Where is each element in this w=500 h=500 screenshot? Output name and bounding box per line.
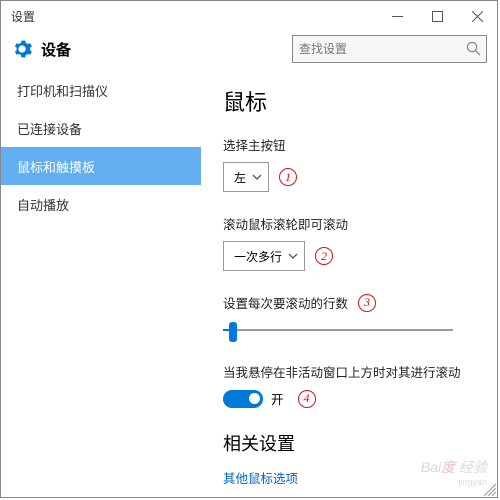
scroll-mode-label: 滚动鼠标滚轮即可滚动 [223, 214, 479, 233]
watermark: Bai度 经验 jingyan [421, 457, 487, 487]
annotation-badge-1: 1 [279, 168, 297, 186]
sidebar-item-printers[interactable]: 打印机和扫描仪 [1, 71, 201, 109]
watermark-text: Bai [421, 459, 441, 475]
watermark-accent: 度 [441, 459, 455, 475]
scroll-mode-dropdown[interactable]: 一次多行 [223, 241, 305, 271]
sidebar-item-connected[interactable]: 已连接设备 [1, 109, 201, 147]
toggle-thumb [249, 393, 260, 404]
main-panel: 鼠标 选择主按钮 左 1 滚动鼠标滚轮即可滚动 一次多行 2 [201, 71, 497, 495]
sidebar-item-label: 鼠标和触摸板 [17, 157, 95, 176]
gear-icon [11, 38, 33, 60]
slider-thumb[interactable] [229, 322, 237, 342]
sidebar: 打印机和扫描仪 已连接设备 鼠标和触摸板 自动播放 [1, 71, 201, 495]
inactive-scroll-toggle[interactable] [223, 390, 263, 408]
minimize-icon [392, 11, 403, 22]
sidebar-item-mouse[interactable]: 鼠标和触摸板 [1, 147, 201, 185]
dropdown-value: 一次多行 [234, 248, 282, 265]
other-mouse-options-link[interactable]: 其他鼠标选项 [223, 472, 298, 486]
annotation-badge-2: 2 [315, 247, 333, 265]
search-input[interactable] [292, 35, 487, 63]
lines-per-scroll-slider[interactable] [223, 320, 453, 340]
search-icon [466, 41, 481, 56]
minimize-button[interactable] [377, 1, 417, 31]
annotation-badge-4: 4 [298, 390, 316, 408]
close-button[interactable] [457, 1, 497, 31]
toggle-state: 开 [271, 389, 284, 408]
slider-track [223, 329, 453, 331]
primary-button-label: 选择主按钮 [223, 135, 479, 154]
sidebar-item-label: 打印机和扫描仪 [17, 81, 108, 100]
chevron-down-icon [252, 172, 262, 182]
sidebar-item-label: 自动播放 [17, 195, 69, 214]
maximize-button[interactable] [417, 1, 457, 31]
inactive-scroll-label: 当我悬停在非活动窗口上方时对其进行滚动 [223, 362, 479, 381]
header: 设备 [1, 31, 497, 71]
window-title: 设置 [11, 8, 35, 25]
page-category: 设备 [41, 39, 71, 60]
dropdown-value: 左 [234, 169, 246, 186]
watermark-sub: jingyan [421, 477, 487, 487]
chevron-down-icon [288, 251, 298, 261]
page-title: 鼠标 [223, 85, 479, 117]
sidebar-item-autoplay[interactable]: 自动播放 [1, 185, 201, 223]
close-icon [472, 11, 483, 22]
primary-button-dropdown[interactable]: 左 [223, 162, 269, 192]
related-heading: 相关设置 [223, 430, 479, 456]
resize-grip-icon[interactable] [482, 482, 496, 496]
titlebar: 设置 [1, 1, 497, 31]
annotation-badge-3: 3 [358, 294, 376, 312]
lines-per-scroll-label: 设置每次要滚动的行数 [223, 293, 348, 312]
sidebar-item-label: 已连接设备 [17, 119, 82, 138]
maximize-icon [432, 11, 443, 22]
